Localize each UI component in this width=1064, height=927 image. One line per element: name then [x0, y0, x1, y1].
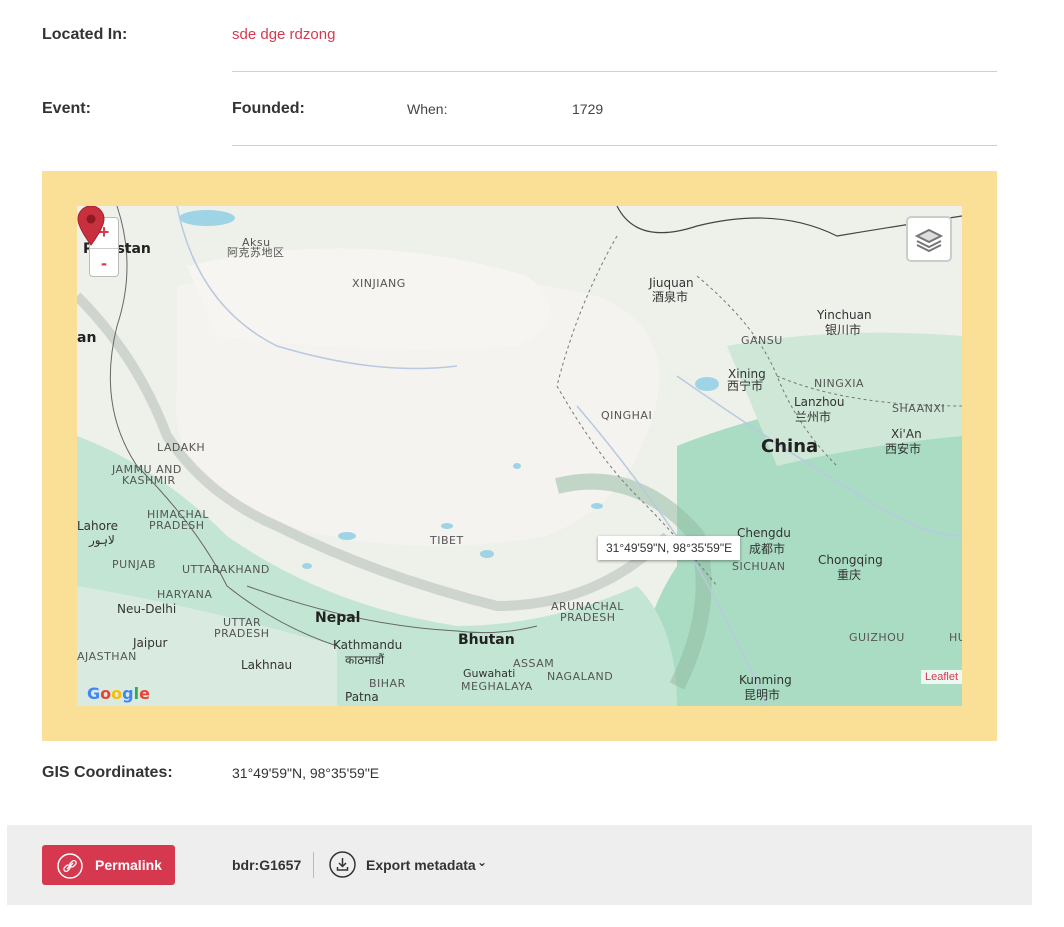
map-terrain: [77, 206, 962, 706]
located-in-label: Located In:: [42, 26, 128, 43]
map-label-pradesh-1: PRADESH: [149, 519, 205, 532]
map-label-tibet: TIBET: [430, 534, 464, 547]
when-label: When:: [407, 101, 448, 117]
permalink-label: Permalink: [95, 857, 162, 873]
map-label-pradesh-3: PRADESH: [214, 627, 270, 640]
map-label-kathmandu: Kathmandu: [333, 638, 403, 652]
map[interactable]: Pakistan Aksu 阿克苏地区 XINJIANG Jiuquan 酒泉市…: [77, 206, 962, 706]
map-label-chengdu: Chengdu: [737, 526, 791, 540]
map-label-aksu-cn: 阿克苏地区: [227, 246, 285, 259]
leaflet-attribution[interactable]: Leaflet: [920, 670, 962, 684]
map-label-an: an: [77, 330, 97, 346]
gis-coordinates-label: GIS Coordinates:: [42, 764, 173, 781]
map-label-nepal: Nepal: [315, 610, 361, 626]
map-label-shaanxi: SHAANXI: [892, 402, 946, 415]
link-icon: [57, 853, 83, 879]
map-label-jaipur: Jaipur: [133, 636, 168, 650]
event-label: Event:: [42, 100, 91, 117]
map-label-haryana: HARYANA: [157, 588, 213, 601]
map-label-uttarakhand: UTTARAKHAND: [182, 563, 270, 576]
export-metadata-label: Export metadata: [366, 857, 476, 873]
map-label-kashmir: KASHMIR: [122, 474, 176, 487]
map-label-chengdu-cn: 成都市: [749, 542, 786, 556]
map-container: Pakistan Aksu 阿克苏地区 XINJIANG Jiuquan 酒泉市…: [42, 171, 997, 741]
divider: [313, 852, 314, 878]
footer-bar: Permalink bdr:G1657 Export metadata ⌄: [7, 825, 1032, 905]
map-label-xian: Xi'An: [891, 427, 922, 441]
map-label-chongqing: Chongqing: [818, 553, 883, 567]
map-label-new-delhi: Neu-Delhi: [117, 602, 177, 616]
map-label-nagaland: NAGALAND: [547, 670, 614, 683]
map-label-pradesh-2: PRADESH: [560, 611, 616, 624]
map-label-sichuan: SICHUAN: [732, 560, 786, 573]
map-label-kathmandu-ne: काठमाडौं: [345, 653, 385, 667]
map-label-china: China: [761, 436, 819, 457]
map-label-jiuquan-cn: 酒泉市: [652, 290, 689, 304]
map-label-bhutan: Bhutan: [458, 632, 515, 648]
map-label-lakhnau: Lakhnau: [241, 658, 293, 672]
chevron-down-icon: ⌄: [477, 855, 488, 869]
divider: [232, 71, 997, 72]
map-label-lanzhou: Lanzhou: [794, 395, 845, 409]
map-label-kunming-cn: 昆明市: [744, 688, 781, 702]
map-label-assam: ASSAM: [513, 657, 555, 670]
located-in-link[interactable]: sde dge rdzong: [232, 26, 335, 43]
map-label-xian-cn: 西安市: [885, 442, 922, 456]
map-label-ladakh: LADAKH: [157, 441, 206, 454]
when-value: 1729: [572, 101, 604, 117]
divider: [232, 145, 997, 146]
map-label-chongqing-cn: 重庆: [837, 568, 862, 582]
map-label-xining-cn: 西宁市: [727, 379, 764, 393]
map-label-ningxia: NINGXIA: [814, 377, 865, 390]
layers-button[interactable]: [906, 216, 952, 262]
map-label-guwahati: Guwahati: [463, 667, 516, 680]
map-label-lahore-ur: لاہور: [89, 533, 115, 547]
event-type: Founded:: [232, 100, 305, 117]
map-label-yinchuan-cn: 银川市: [825, 323, 862, 337]
google-logo: Google: [87, 684, 150, 703]
download-icon: [329, 851, 356, 878]
zoom-out-button[interactable]: -: [90, 248, 118, 278]
map-label-hu: HU: [949, 631, 962, 644]
map-label-lanzhou-cn: 兰州市: [795, 410, 832, 424]
map-label-kunming: Kunming: [739, 673, 792, 687]
layers-icon: [914, 228, 944, 253]
map-label-lahore: Lahore: [77, 519, 119, 533]
map-label-yinchuan: Yinchuan: [817, 308, 872, 322]
permalink-button[interactable]: Permalink: [42, 845, 175, 885]
map-label-punjab: PUNJAB: [112, 558, 157, 571]
resource-identifier: bdr:G1657: [232, 857, 302, 873]
map-label-gansu: GANSU: [741, 334, 783, 347]
gis-coordinates-value: 31°49'59"N, 98°35'59"E: [232, 765, 380, 781]
map-label-bihar: BIHAR: [369, 677, 406, 690]
location-marker-icon[interactable]: [77, 206, 105, 246]
map-label-rajasthan: AJASTHAN: [77, 650, 137, 663]
marker-popup: 31°49'59"N, 98°35'59"E: [598, 536, 741, 560]
map-label-meghalaya: MEGHALAYA: [461, 680, 533, 693]
map-label-guizhou: GUIZHOU: [849, 631, 905, 644]
map-label-xinjiang: XINJIANG: [352, 277, 406, 290]
map-label-qinghai: QINGHAI: [601, 409, 653, 422]
map-label-patna: Patna: [345, 690, 379, 704]
